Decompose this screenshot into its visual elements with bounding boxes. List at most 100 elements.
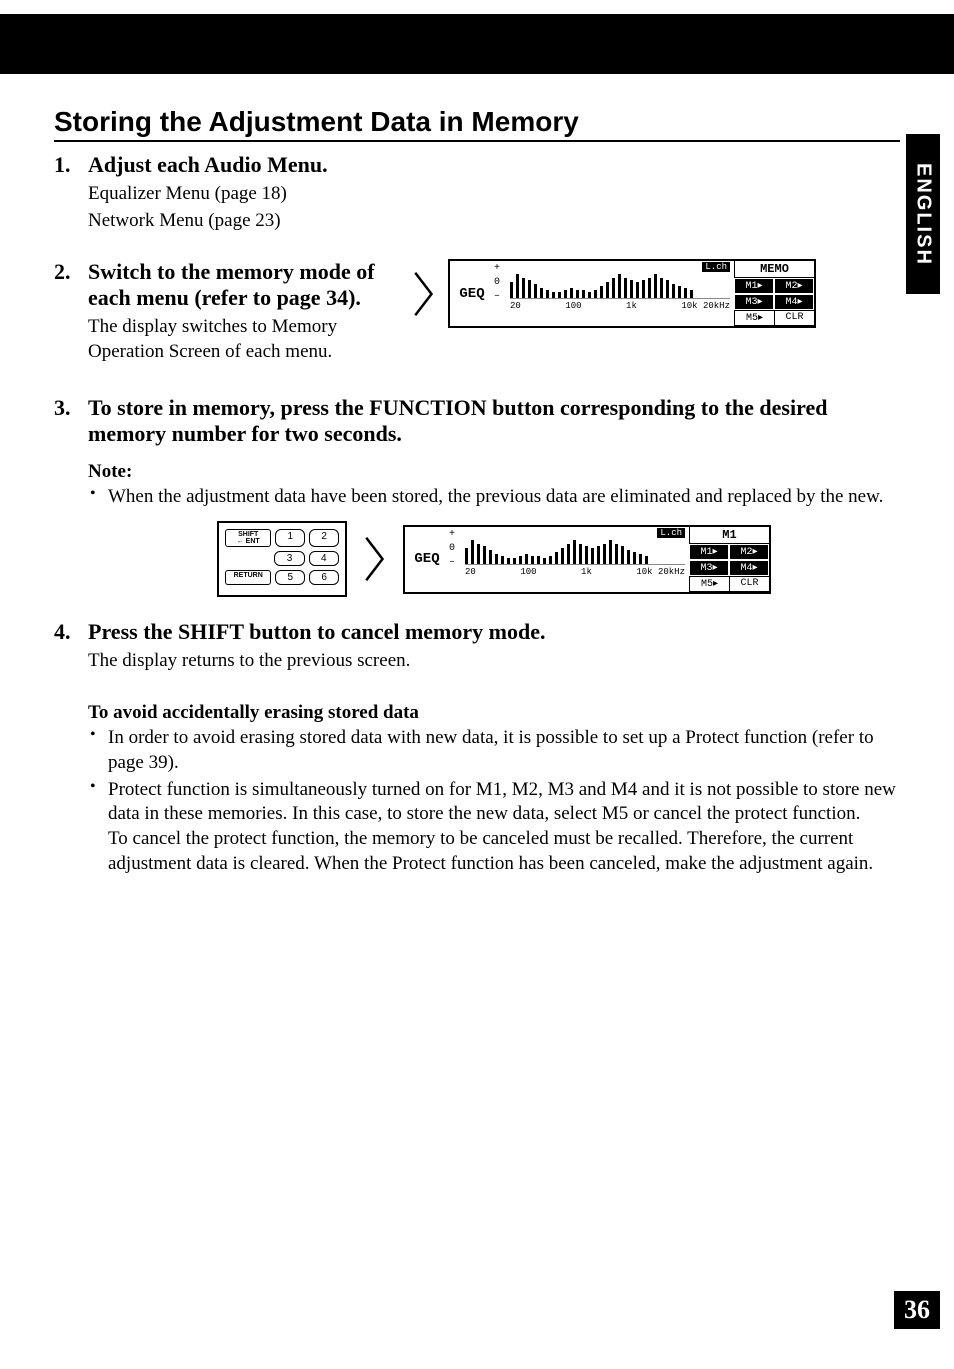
eq-bar (624, 278, 627, 298)
eq-bar (612, 278, 615, 298)
y-zero: 0 (494, 277, 500, 291)
panel-btn-2: 2 (309, 529, 339, 547)
bullet-text: When the adjustment data have been store… (108, 485, 900, 510)
note-heading: Note: (88, 461, 900, 483)
mem-cell-m1: M1▸ (689, 544, 729, 560)
step-text: The display switches to Memory Operation… (88, 315, 388, 364)
eq-bar (483, 546, 486, 564)
eq-bar (573, 540, 576, 564)
eq-bar (582, 290, 585, 298)
eq-bar (546, 290, 549, 298)
mem-cell-m2: M2▸ (774, 278, 814, 294)
bullet: • Protect function is simultaneously tur… (88, 778, 900, 877)
arrow-icon (357, 529, 393, 589)
eq-bar (633, 552, 636, 564)
label: RETURN (226, 572, 270, 579)
eq-bar (636, 282, 639, 298)
memory-grid: M1▸ M2▸ M3▸ M4▸ M5▸ CLR (689, 544, 769, 592)
eq-bar (603, 544, 606, 564)
mem-cell-m5: M5▸ (734, 310, 774, 326)
bullet: • In order to avoid erasing stored data … (88, 726, 900, 775)
lcd-graph: L.ch + 0 – 20 100 1k 10k 20kHz (449, 527, 689, 592)
language-tab: ENGLISH (906, 134, 940, 294)
label: SHIFT (226, 531, 270, 538)
page-number: 36 (894, 1291, 940, 1329)
header-tab (84, 14, 194, 74)
tick: 20 (465, 567, 476, 577)
step-text: Equalizer Menu (page 18) (88, 182, 900, 207)
eq-bar (495, 554, 498, 564)
eq-bar (639, 554, 642, 564)
eq-bar (600, 286, 603, 298)
eq-bar (561, 548, 564, 564)
eq-bar (648, 278, 651, 298)
eq-bars (465, 529, 685, 565)
mem-cell-m1: M1▸ (734, 278, 774, 294)
panel-btn-6: 6 (309, 570, 339, 585)
y-minus: – (494, 291, 500, 305)
y-plus: + (449, 529, 455, 543)
memo-header: MEMO (734, 261, 814, 278)
eq-bar (489, 550, 492, 564)
tick: 100 (520, 567, 536, 577)
eq-bar (519, 556, 522, 564)
lcd-graph: L.ch + 0 – 20 100 1k 10k 20k (494, 261, 734, 326)
eq-bar (549, 556, 552, 564)
arrow-icon (406, 264, 442, 324)
y-plus: + (494, 263, 500, 277)
section-title: Storing the Adjustment Data in Memory (54, 106, 900, 142)
memory-grid: M1▸ M2▸ M3▸ M4▸ M5▸ CLR (734, 278, 814, 326)
label: ← ENT (226, 538, 270, 545)
eq-bar (531, 556, 534, 564)
eq-bar (570, 288, 573, 298)
bullet-dot: • (88, 485, 108, 510)
step-text: The display returns to the previous scre… (88, 649, 900, 674)
eq-bar (552, 292, 555, 298)
tick: 1k (581, 567, 592, 577)
step-text: Network Menu (page 23) (88, 209, 900, 234)
eq-bar (594, 290, 597, 298)
eq-bar (678, 286, 681, 298)
mem-cell-m4: M4▸ (774, 294, 814, 310)
tick: 10k 20kHz (681, 301, 730, 311)
eq-bar (642, 280, 645, 298)
mem-cell-m2: M2▸ (729, 544, 769, 560)
bullet-text: Protect function is simultaneously turne… (108, 778, 900, 877)
step-heading: To store in memory, press the FUNCTION b… (88, 395, 900, 447)
eq-bar (465, 548, 468, 564)
eq-bar (579, 544, 582, 564)
page-content: Storing the Adjustment Data in Memory 1.… (0, 74, 954, 876)
step-2: 2. Switch to the memory mode of each men… (54, 259, 900, 364)
panel-btn-3: 3 (274, 551, 304, 566)
eq-bar (666, 280, 669, 298)
m1-header: M1 (689, 527, 769, 544)
eq-bar (516, 274, 519, 298)
bullet-text: In order to avoid erasing stored data wi… (108, 726, 900, 775)
avoid-heading: To avoid accidentally erasing stored dat… (88, 702, 900, 724)
eq-bar (543, 558, 546, 564)
step-heading: Press the SHIFT button to cancel memory … (88, 619, 900, 645)
panel-btn-4: 4 (309, 551, 339, 566)
eq-bar (513, 558, 516, 564)
eq-bar (606, 282, 609, 298)
mem-cell-clr: CLR (774, 310, 814, 326)
step-number: 2. (54, 259, 88, 364)
eq-bar (654, 274, 657, 298)
tick: 10k 20kHz (636, 567, 685, 577)
y-markers: + 0 – (449, 529, 455, 571)
eq-bar (630, 280, 633, 298)
lcd-mode-label: GEQ (405, 527, 449, 592)
eq-bar (690, 290, 693, 298)
x-ticks: 20 100 1k 10k 20kHz (465, 567, 685, 577)
step-heading: Switch to the memory mode of each menu (… (88, 259, 388, 311)
eq-bar (564, 290, 567, 298)
bullet-dot: • (88, 778, 108, 877)
mem-cell-clr: CLR (729, 576, 769, 592)
step-3: 3. To store in memory, press the FUNCTIO… (54, 395, 900, 598)
eq-bar (588, 292, 591, 298)
figure-step3: SHIFT ← ENT 1 2 3 4 RETURN 5 6 (88, 521, 900, 597)
eq-bar (585, 546, 588, 564)
eq-bar (471, 540, 474, 564)
eq-bar (621, 546, 624, 564)
eq-bar (507, 558, 510, 564)
